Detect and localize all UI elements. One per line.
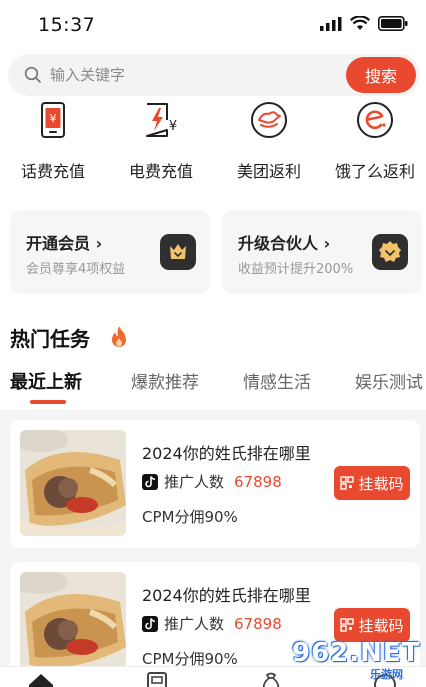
crown-badge-icon [160,234,196,270]
quick-action-label: 电费充值 [128,162,193,181]
meituan-icon [251,102,287,138]
mount-code-label: 挂载码 [358,474,404,493]
search-input[interactable] [50,54,340,96]
section-title: 热门任务 [10,327,90,351]
membership-card[interactable]: 开通会员 › 会员尊享4项权益 [10,210,210,294]
signal-icon [320,16,342,31]
tiktok-icon [142,473,158,490]
chevron-right-icon: › [323,234,331,253]
mount-code-label: 挂载码 [358,616,404,635]
partner-title: 升级合伙人 › [238,234,331,253]
task-cpm: CPM分佣90% [142,508,238,526]
status-icons [320,16,408,31]
quick-action-phone-bill[interactable]: ¥ 话费充值 [0,100,106,190]
watermark-text: 962.NET [292,638,421,668]
task-title: 2024你的姓氏排在哪里 [142,444,311,463]
promo-label: 推广人数 [164,473,225,491]
battery-icon [378,16,408,31]
tab-recent[interactable]: 最近上新 [10,368,82,394]
task-promo: 推广人数 67898 [142,471,282,492]
promo-count: 67898 [234,472,282,491]
task-card[interactable]: 2024你的姓氏排在哪里 推广人数 67898 CPM分佣90% 挂载码 [10,420,420,548]
svg-text:¥: ¥ [169,119,177,134]
tab-hot[interactable]: 爆款推荐 [131,368,199,393]
tab-entertainment[interactable]: 娱乐测试 [355,368,423,393]
chevron-right-icon: › [95,234,103,253]
earnings-icon[interactable] [256,671,286,687]
tab-active-indicator [30,400,66,404]
wifi-icon [350,16,370,30]
partner-badge-icon [372,234,408,270]
quick-action-label: 饿了么返利 [334,162,415,181]
quick-action-label: 美团返利 [236,162,301,181]
electricity-bill-icon: ¥ [146,103,177,137]
quick-action-electricity-bill[interactable]: ¥ 电费充值 [108,100,214,190]
tiktok-icon [142,615,158,632]
home-icon[interactable] [26,671,56,687]
search-icon [24,66,41,83]
tasks-icon[interactable] [142,671,172,687]
watermark-subtext: 乐游网 [370,668,403,681]
search-button[interactable]: 搜索 [346,57,416,93]
task-promo: 推广人数 67898 [142,613,282,634]
partner-card[interactable]: 升级合伙人 › 收益预计提升200% [222,210,422,294]
partner-subtitle: 收益预计提升200% [238,262,354,277]
membership-title: 开通会员 › [26,234,103,253]
qr-code-icon [340,476,355,490]
mount-code-button[interactable]: 挂载码 [334,466,410,500]
quick-action-eleme[interactable]: 饿了么返利 [322,100,426,190]
fire-icon [112,326,126,347]
status-time: 15:37 [38,14,96,36]
search-bar: 搜索 [8,54,420,96]
status-bar: 15:37 [0,0,426,50]
qr-code-icon [340,618,355,632]
promo-count: 67898 [234,614,282,633]
task-thumbnail [20,430,126,536]
quick-actions: ¥ 话费充值 ¥ 电费充值 美团返利 饿了么返利 [0,100,426,190]
task-title: 2024你的姓氏排在哪里 [142,586,311,605]
task-thumbnail [20,572,126,678]
svg-text:¥: ¥ [50,112,57,125]
quick-action-meituan[interactable]: 美团返利 [216,100,322,190]
eleme-icon [357,102,393,138]
tab-emotion[interactable]: 情感生活 [243,368,311,393]
membership-subtitle: 会员尊享4项权益 [26,262,126,277]
promo-label: 推广人数 [164,615,225,633]
phone-bill-icon: ¥ [41,102,65,138]
quick-action-label: 话费充值 [20,162,85,181]
watermark-logo: 962.NET 乐游网 [286,636,426,687]
